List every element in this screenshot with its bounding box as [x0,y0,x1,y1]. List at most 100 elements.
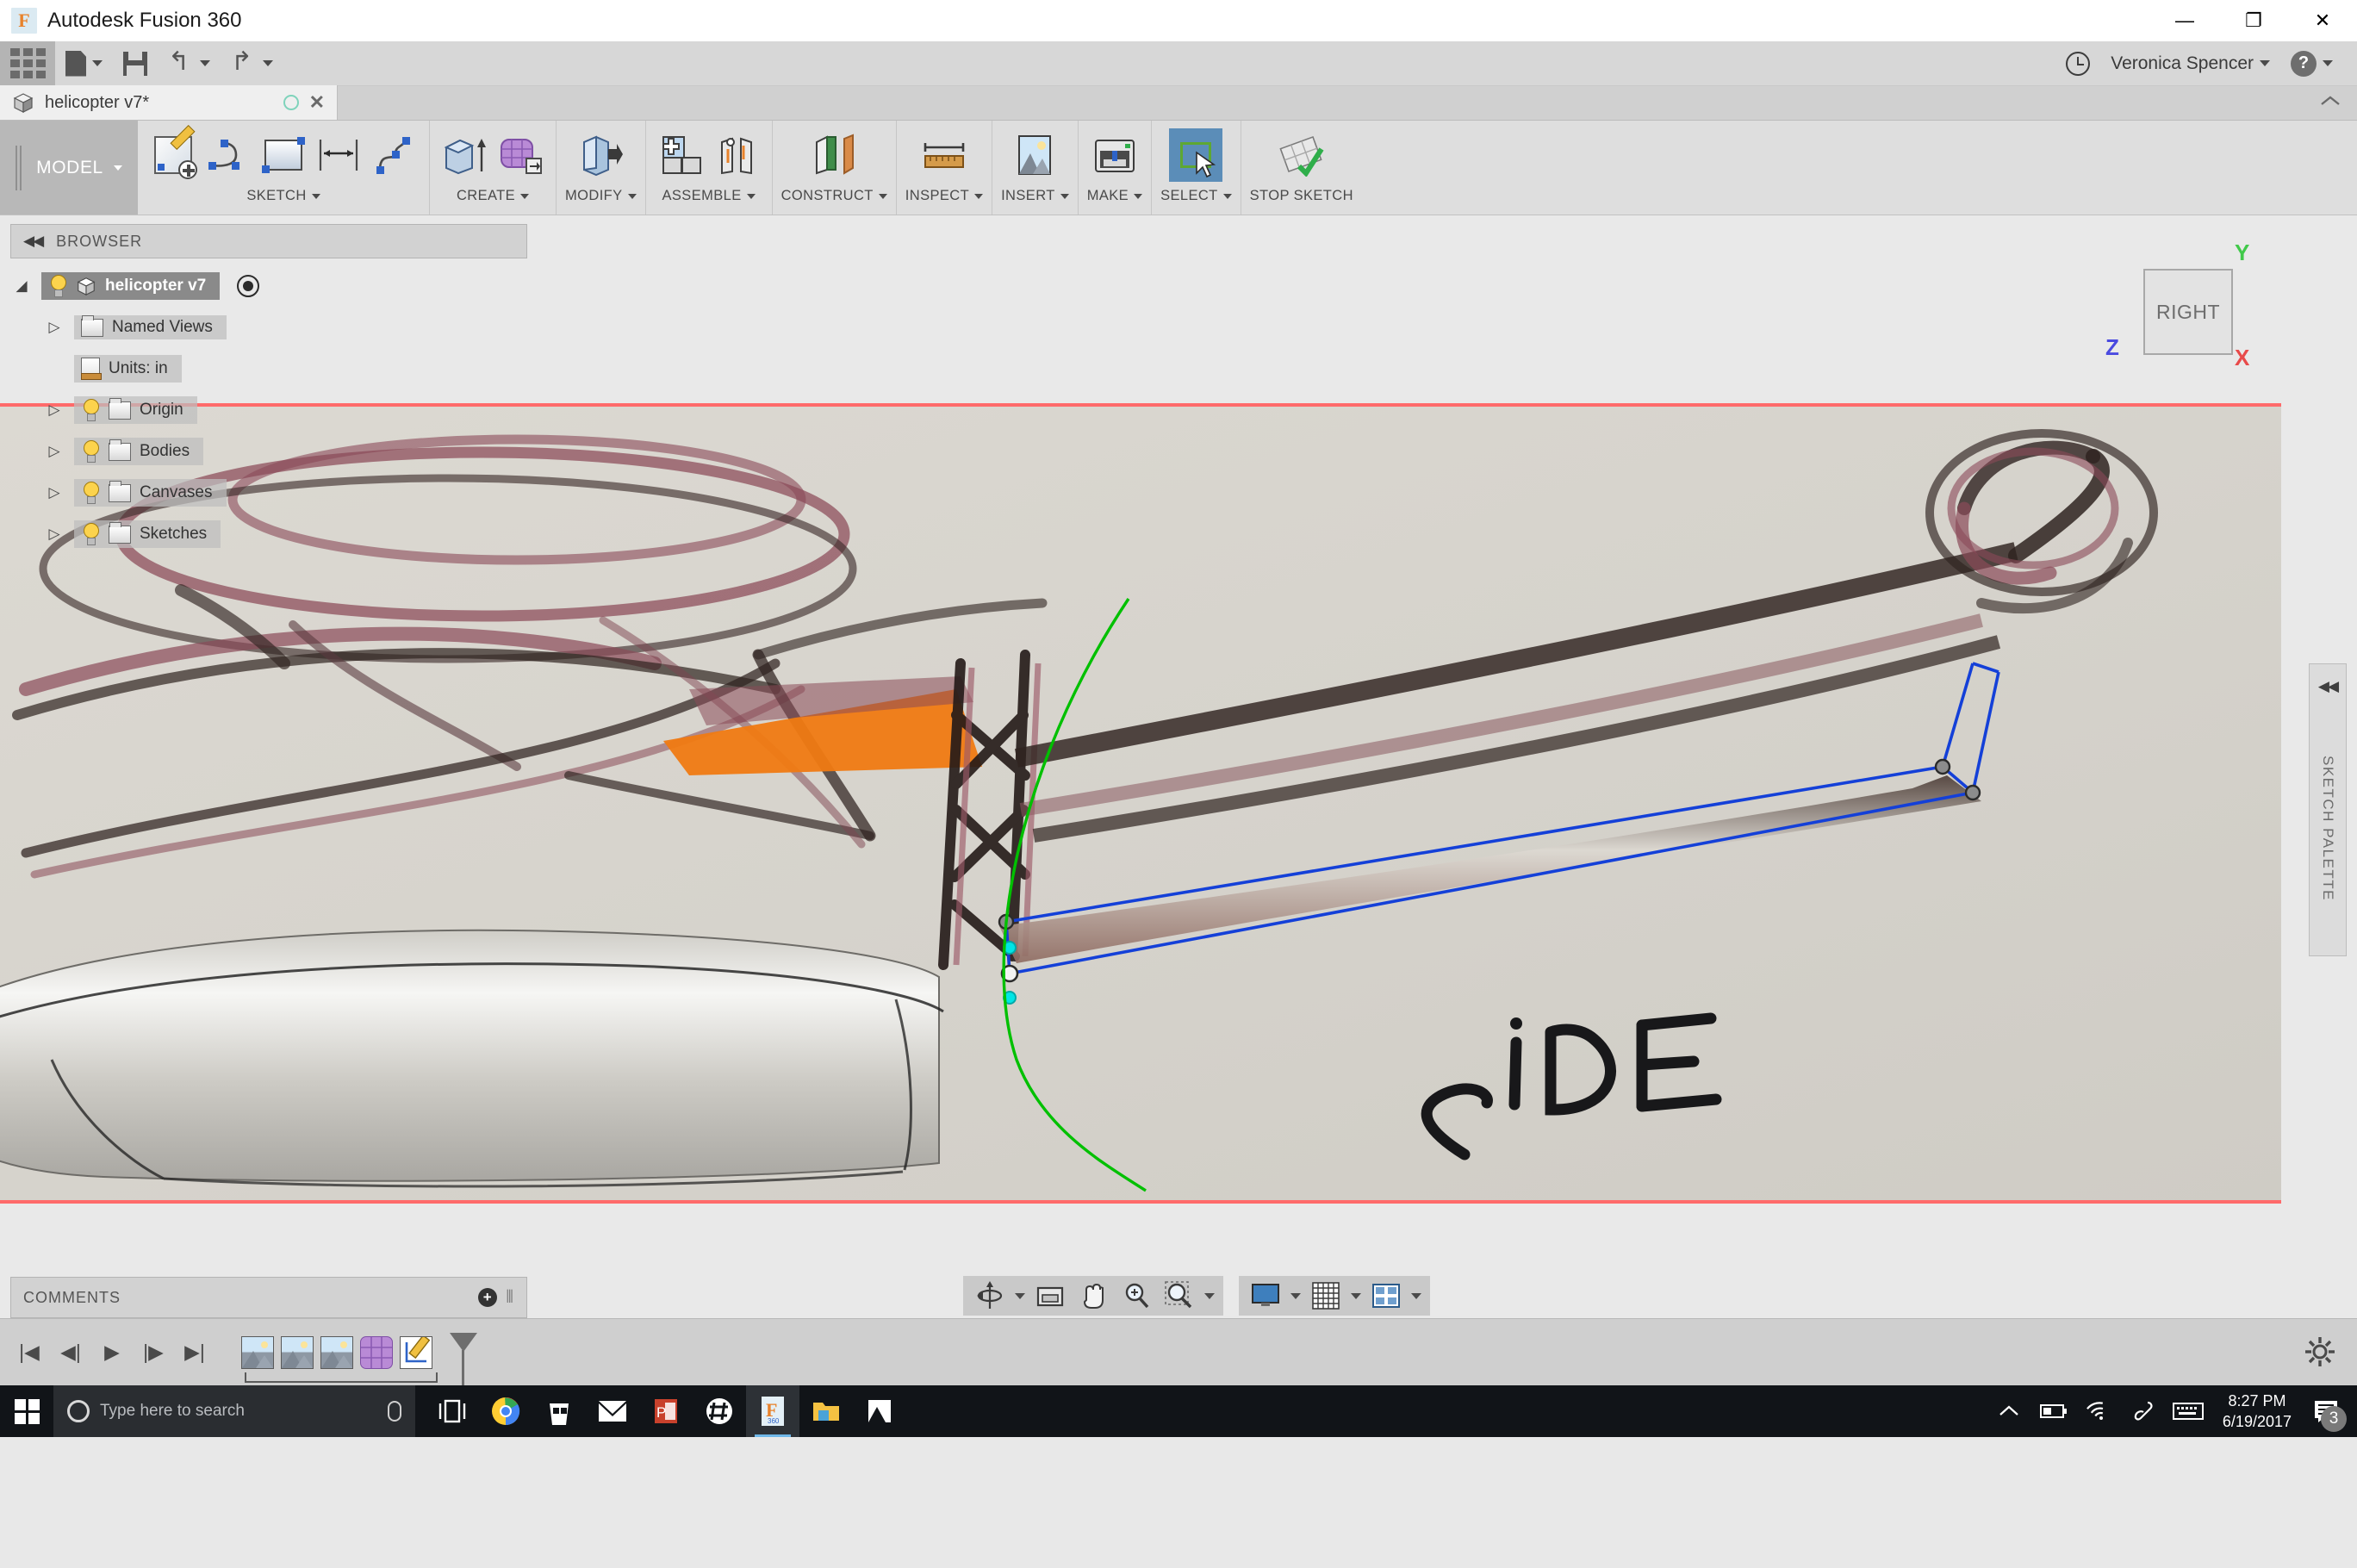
document-tab[interactable]: helicopter v7* ✕ [0,85,338,120]
canvas-feature-icon[interactable] [281,1335,314,1369]
start-button[interactable] [0,1385,53,1437]
keyboard-button[interactable] [2166,1385,2211,1437]
add-comment-icon[interactable]: + [478,1288,498,1307]
chevron-down-icon[interactable] [1290,1292,1301,1299]
spline-button[interactable] [367,128,420,182]
skip-start-button[interactable]: |◀ [12,1335,47,1370]
tree-item-chip[interactable]: Named Views [74,314,227,339]
close-icon[interactable]: ✕ [309,91,325,114]
tree-item-chip[interactable]: Origin [74,396,197,424]
redo-button[interactable]: ↱ [221,41,283,86]
look-at-button[interactable] [1032,1278,1068,1314]
close-button[interactable]: ✕ [2288,0,2357,41]
chevron-down-icon[interactable] [1204,1292,1215,1299]
fit-button[interactable] [1161,1278,1197,1314]
zoom-button[interactable] [1118,1278,1154,1314]
light-bulb-icon[interactable] [81,523,100,545]
task-view-button[interactable] [426,1385,479,1437]
chevron-down-icon[interactable] [1351,1292,1361,1299]
expand-twisty-icon[interactable]: ◢ [10,277,33,295]
form-feature-icon[interactable] [360,1335,393,1369]
display-settings-button[interactable] [1247,1278,1284,1314]
chevron-down-icon[interactable] [1411,1292,1421,1299]
tree-item-chip[interactable]: Units: in [74,355,182,383]
new-component-button[interactable] [655,128,708,182]
ribbon-group-select-label[interactable]: SELECT [1160,188,1232,204]
3d-print-button[interactable] [1088,128,1141,182]
user-menu[interactable]: Veronica Spencer [2100,41,2280,86]
expand-twisty-icon[interactable]: ▷ [43,443,65,460]
create-sketch-button[interactable] [146,125,200,182]
ribbon-group-inspect-label[interactable]: INSPECT [905,188,984,204]
battery-button[interactable] [2031,1385,2076,1437]
orbit-button[interactable] [972,1278,1008,1314]
offset-plane-button[interactable] [807,128,861,182]
taskbar-clock[interactable]: 8:27 PM 6/19/2017 [2211,1391,2304,1433]
tree-item-chip[interactable]: Bodies [74,438,204,465]
rectangle-button[interactable] [257,128,310,182]
photos-button[interactable] [853,1385,906,1437]
ribbon-group-stop-sketch-label[interactable]: STOP SKETCH [1250,188,1353,204]
collapse-panel-icon[interactable]: ◀◀ [23,233,44,250]
skip-end-button[interactable]: ▶| [177,1335,212,1370]
step-back-button[interactable]: ◀| [53,1335,88,1370]
create-form-button[interactable] [494,128,547,182]
ribbon-group-modify-label[interactable]: MODIFY [565,188,637,204]
taskbar-search[interactable]: Type here to search [53,1385,415,1437]
ribbon-group-construct-label[interactable]: CONSTRUCT [781,188,887,204]
display-state-icon[interactable] [237,275,260,297]
tree-item-named-views[interactable]: ▷ Named Views [10,307,527,348]
save-button[interactable] [113,41,158,86]
timeline-playhead[interactable] [450,1332,477,1352]
microsoft-store-button[interactable] [532,1385,586,1437]
light-bulb-icon[interactable] [81,440,100,463]
ribbon-group-sketch-label[interactable]: SKETCH [246,188,320,204]
light-bulb-icon[interactable] [81,399,100,421]
ribbon-expand-toggle[interactable] [2319,94,2341,112]
ribbon-group-insert-label[interactable]: INSERT [1001,188,1069,204]
mail-button[interactable] [586,1385,639,1437]
show-hidden-icons-button[interactable] [1987,1385,2031,1437]
timeline-settings-button[interactable] [2304,1335,2338,1370]
viewports-button[interactable] [1368,1278,1404,1314]
sketch-feature-icon[interactable] [400,1335,432,1369]
job-status-button[interactable] [2055,41,2100,86]
chevron-down-icon[interactable] [1015,1292,1025,1299]
canvas-feature-icon[interactable] [241,1335,274,1369]
canvas-feature-icon[interactable] [320,1335,353,1369]
expand-twisty-icon[interactable]: ▷ [43,401,65,419]
wifi-button[interactable] [2076,1385,2121,1437]
tree-item-bodies[interactable]: ▷ Bodies [10,431,527,472]
measure-button[interactable] [917,128,971,182]
ribbon-group-create-label[interactable]: CREATE [457,188,530,204]
minimize-button[interactable]: — [2150,0,2219,41]
slack-button[interactable] [693,1385,746,1437]
resize-grip-icon[interactable]: ⦀ [506,1288,514,1308]
sync-circle-icon[interactable] [283,95,299,110]
expand-twisty-icon[interactable]: ▷ [43,484,65,501]
comments-panel[interactable]: COMMENTS + ⦀ [10,1277,527,1318]
sketch-palette-panel[interactable]: ◀◀ SKETCH PALETTE [2309,663,2347,956]
light-bulb-icon[interactable] [48,275,67,297]
undo-button[interactable]: ↰ [158,41,221,86]
arc-button[interactable] [202,128,255,182]
step-forward-button[interactable]: |▶ [136,1335,171,1370]
view-cube-face[interactable]: RIGHT [2143,269,2233,355]
main-viewport[interactable]: ◀◀ BROWSER ◢ helicopter v7 ▷ Named Views… [0,215,2357,1385]
tree-root-node[interactable]: ◢ helicopter v7 [10,265,527,307]
expand-twisty-icon[interactable]: ▷ [43,319,65,336]
powerpoint-button[interactable]: P [639,1385,693,1437]
tree-item-canvases[interactable]: ▷ Canvases [10,472,527,513]
help-menu[interactable]: ? [2280,41,2343,86]
maximize-button[interactable]: ❐ [2219,0,2288,41]
file-explorer-button[interactable] [799,1385,853,1437]
pan-button[interactable] [1075,1278,1111,1314]
pen-button[interactable] [2121,1385,2166,1437]
tree-item-chip[interactable]: Sketches [74,520,221,548]
microphone-icon[interactable] [388,1401,401,1422]
tree-root-chip[interactable]: helicopter v7 [41,272,221,300]
chrome-button[interactable] [479,1385,532,1437]
stop-sketch-button[interactable] [1275,128,1328,182]
new-document-button[interactable] [55,41,113,86]
extrude-button[interactable] [438,128,492,182]
